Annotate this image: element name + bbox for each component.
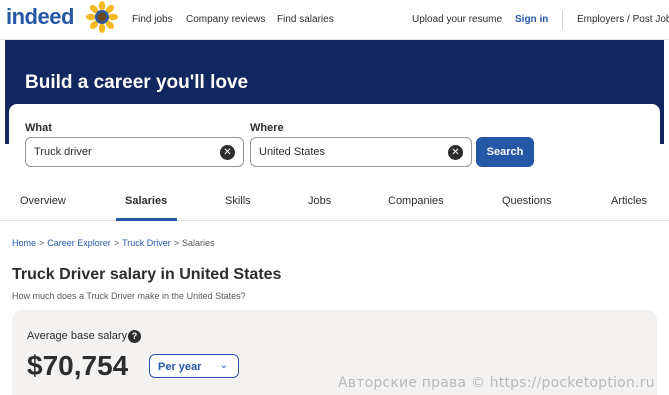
indeed-logo[interactable]: indeed xyxy=(6,4,74,30)
where-input-value[interactable]: United States xyxy=(259,146,325,158)
sign-in-link[interactable]: Sign in xyxy=(515,14,548,25)
active-tab-indicator xyxy=(116,218,177,221)
what-label: What xyxy=(25,122,52,134)
clear-where-icon[interactable]: ✕ xyxy=(448,145,463,160)
copyright-watermark: Авторские права © https://pocketoption.r… xyxy=(338,375,655,391)
breadcrumb-truck-driver[interactable]: Truck Driver xyxy=(122,238,171,248)
nav-find-jobs[interactable]: Find jobs xyxy=(132,14,173,25)
what-input-value[interactable]: Truck driver xyxy=(34,146,92,158)
breadcrumb: Home > Career Explorer > Truck Driver > Salari… xyxy=(12,238,215,248)
breadcrumb-separator: > xyxy=(39,238,45,248)
career-tabs: Overview Salaries Skills Jobs Companies … xyxy=(0,180,669,221)
hero-title: Build a career you'll love xyxy=(25,72,249,93)
chevron-down-icon: ⌄ xyxy=(219,360,228,371)
tab-companies[interactable]: Companies xyxy=(388,195,444,207)
breadcrumb-separator: > xyxy=(113,238,120,248)
nav-employers-post-job[interactable]: Employers / Post Job xyxy=(577,14,669,25)
page-subtitle: How much does a Truck Driver make in the… xyxy=(12,291,246,301)
nav-company-reviews[interactable]: Company reviews xyxy=(186,14,265,25)
pay-period-select[interactable]: Per year ⌄ xyxy=(149,354,239,378)
where-field[interactable]: United States ✕ xyxy=(250,137,472,167)
tab-skills[interactable]: Skills xyxy=(225,195,251,207)
tab-articles[interactable]: Articles xyxy=(611,195,647,207)
breadcrumb-separator: > xyxy=(173,238,180,248)
clear-what-icon[interactable]: ✕ xyxy=(220,145,235,160)
top-nav-bar: indeed Find jobs Company reviews Find sa… xyxy=(0,0,669,40)
breadcrumb-home[interactable]: Home xyxy=(12,238,36,248)
tab-salaries[interactable]: Salaries xyxy=(125,195,167,207)
nav-find-salaries[interactable]: Find salaries xyxy=(277,14,334,25)
breadcrumb-current: Salaries xyxy=(182,238,215,248)
pay-period-value: Per year xyxy=(158,361,202,373)
tab-overview[interactable]: Overview xyxy=(20,195,66,207)
search-button[interactable]: Search xyxy=(476,137,534,167)
salary-value: $70,754 xyxy=(27,350,129,381)
average-salary-label: Average base salary xyxy=(27,330,128,342)
tab-questions[interactable]: Questions xyxy=(502,195,552,207)
page-title: Truck Driver salary in United States xyxy=(12,266,282,283)
nav-upload-resume[interactable]: Upload your resume xyxy=(412,14,502,25)
help-icon[interactable]: ? xyxy=(128,330,141,343)
breadcrumb-career-explorer[interactable]: Career Explorer xyxy=(47,238,111,248)
nav-divider xyxy=(562,10,563,30)
where-label: Where xyxy=(250,122,284,134)
what-field[interactable]: Truck driver ✕ xyxy=(25,137,244,167)
sunflower-icon xyxy=(86,1,118,33)
tab-jobs[interactable]: Jobs xyxy=(308,195,331,207)
search-form: What Truck driver ✕ Where United States … xyxy=(9,104,660,180)
